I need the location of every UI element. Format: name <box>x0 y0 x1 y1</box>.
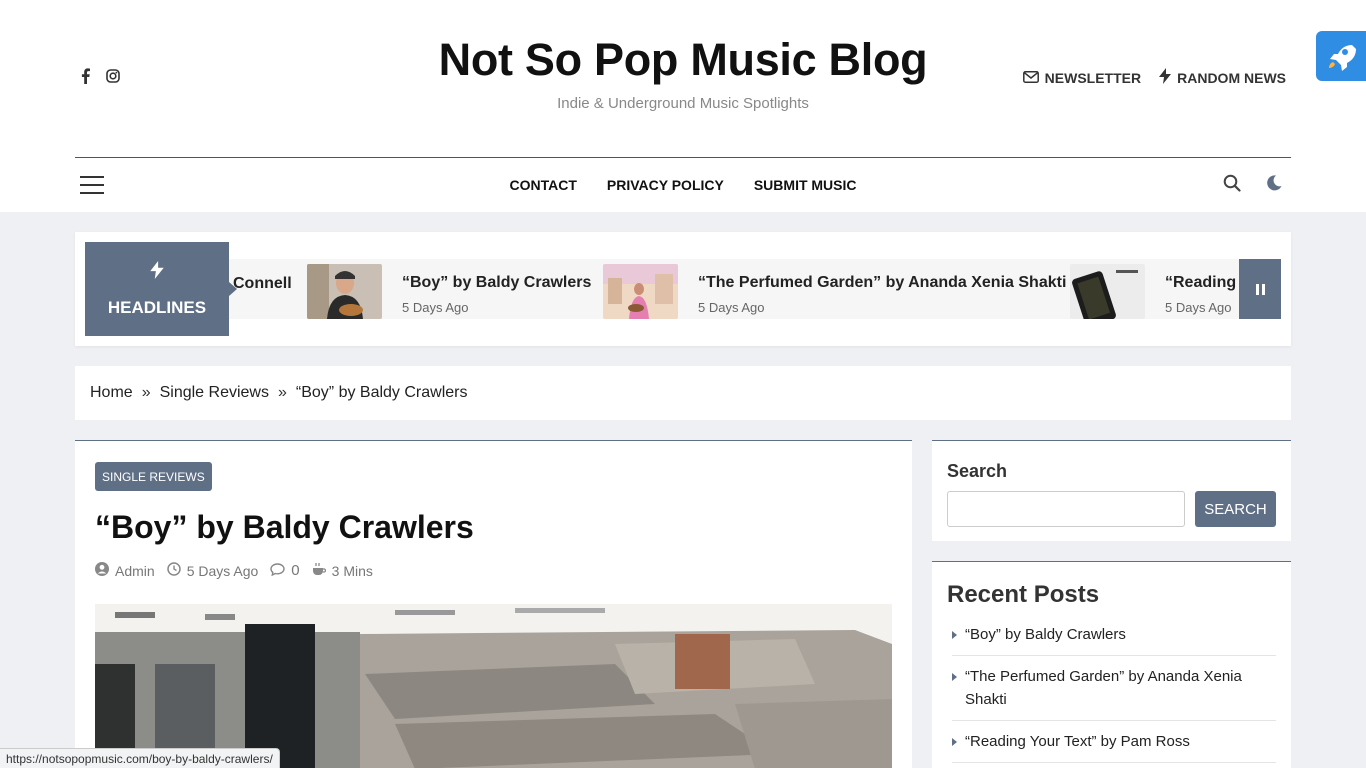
ticker-item[interactable]: “Reading Y 5 Days Ago <box>1070 264 1251 319</box>
article: SINGLE REVIEWS “Boy” by Baldy Crawlers A… <box>75 440 912 768</box>
list-item[interactable]: “Reading Your Text” by Pam Ross <box>952 729 1276 763</box>
newsletter-link[interactable]: NEWSLETTER <box>1022 69 1142 86</box>
ticker-thumbnail <box>603 264 678 319</box>
main-nav: CONTACT PRIVACY POLICY SUBMIT MUSIC <box>75 158 1291 212</box>
article-title: “Boy” by Baldy Crawlers <box>95 509 474 545</box>
meta-date[interactable]: 5 Days Ago <box>166 562 259 579</box>
menu-item-submit-music[interactable]: SUBMIT MUSIC <box>754 177 857 193</box>
recent-posts-list: “Boy” by Baldy Crawlers “The Perfumed Ga… <box>952 622 1276 768</box>
site-tagline: Indie & Underground Music Spotlights <box>557 95 809 112</box>
breadcrumb: Home » Single Reviews » “Boy” by Baldy C… <box>75 366 1291 420</box>
list-item[interactable]: “Boy” by Baldy Crawlers <box>952 622 1276 656</box>
bolt-icon <box>1159 68 1172 87</box>
user-icon <box>95 562 109 579</box>
list-item[interactable]: “The Perfumed Garden” by Ananda Xenia Sh… <box>952 664 1276 721</box>
read-time: 3 Mins <box>331 562 373 579</box>
breadcrumb-current: “Boy” by Baldy Crawlers <box>295 384 468 401</box>
headlines-ticker: Connell “Boy” by Baldy Crawlers 5 Days A… <box>75 232 1291 346</box>
search-widget: Search SEARCH <box>932 440 1291 541</box>
recent-posts-widget: Recent Posts “Boy” by Baldy Crawlers “Th… <box>932 561 1291 768</box>
caret-right-icon <box>952 738 957 746</box>
pause-icon <box>1255 283 1259 295</box>
caret-right-icon <box>952 631 957 639</box>
ticker-thumbnail <box>1070 264 1145 319</box>
ticker-date: 5 Days Ago <box>698 300 765 315</box>
newsletter-label: NEWSLETTER <box>1044 69 1142 86</box>
headlines-text: HEADLINES <box>107 297 207 317</box>
breadcrumb-separator-icon: » <box>277 384 287 401</box>
post-date: 5 Days Ago <box>186 562 259 579</box>
breadcrumb-separator-icon: » <box>141 384 151 401</box>
menu-item-privacy-policy[interactable]: PRIVACY POLICY <box>607 177 724 193</box>
ticker-item[interactable]: “Boy” by Baldy Crawlers 5 Days Ago <box>307 264 591 319</box>
ticker-date: 5 Days Ago <box>402 300 469 315</box>
nav-tools <box>1223 174 1283 197</box>
recent-post-title[interactable]: “Boy” by Baldy Crawlers <box>965 623 1126 646</box>
header-links: NEWSLETTER RANDOM NEWS <box>1022 68 1286 87</box>
ticker-title[interactable]: “The Perfumed Garden” by Ananda Xenia Sh… <box>698 274 1066 292</box>
random-news-label: RANDOM NEWS <box>1177 69 1286 86</box>
random-news-link[interactable]: RANDOM NEWS <box>1159 68 1286 87</box>
breadcrumb-category[interactable]: Single Reviews <box>160 384 269 402</box>
bolt-icon <box>150 260 164 284</box>
search-widget-title: Search <box>947 461 1008 481</box>
meta-read-time: 3 Mins <box>312 562 373 579</box>
ticker-title[interactable]: “Boy” by Baldy Crawlers <box>402 274 591 292</box>
rocket-icon[interactable] <box>1316 31 1366 81</box>
caret-right-icon <box>952 673 957 681</box>
headlines-label: HEADLINES <box>85 242 237 336</box>
clock-icon <box>166 562 181 579</box>
main-menu: CONTACT PRIVACY POLICY SUBMIT MUSIC <box>75 177 1291 193</box>
search-button[interactable]: SEARCH <box>1195 491 1276 527</box>
article-meta: Admin 5 Days Ago 0 3 Mins <box>95 562 373 579</box>
author-name: Admin <box>115 562 155 579</box>
recent-posts-title: Recent Posts <box>947 581 1100 608</box>
site-header: Not So Pop Music Blog Indie & Undergroun… <box>0 0 1366 212</box>
recent-post-title[interactable]: “The Perfumed Garden” by Ananda Xenia Sh… <box>965 665 1276 711</box>
ticker-partial-title[interactable]: Connell <box>233 275 292 293</box>
featured-image <box>95 604 892 768</box>
ticker-item[interactable]: “The Perfumed Garden” by Ananda Xenia Sh… <box>603 264 1066 319</box>
ticker-strip: Connell “Boy” by Baldy Crawlers 5 Days A… <box>85 259 1281 319</box>
pause-button[interactable] <box>1239 259 1281 319</box>
meta-comments[interactable]: 0 <box>270 562 300 579</box>
recent-post-title[interactable]: “Reading Your Text” by Pam Ross <box>965 730 1190 753</box>
envelope-icon <box>1022 70 1039 86</box>
comment-count: 0 <box>291 562 300 579</box>
category-badge[interactable]: SINGLE REVIEWS <box>95 462 212 491</box>
search-icon[interactable] <box>1223 174 1241 197</box>
menu-item-contact[interactable]: CONTACT <box>509 177 576 193</box>
ticker-thumbnail <box>307 264 382 319</box>
search-input[interactable] <box>947 491 1185 527</box>
meta-author[interactable]: Admin <box>95 562 155 579</box>
comment-icon <box>270 562 285 579</box>
moon-icon[interactable] <box>1265 174 1283 197</box>
breadcrumb-home[interactable]: Home <box>90 384 133 402</box>
coffee-icon <box>312 562 326 579</box>
link-status-bar: https://notsopopmusic.com/boy-by-baldy-c… <box>0 748 280 768</box>
